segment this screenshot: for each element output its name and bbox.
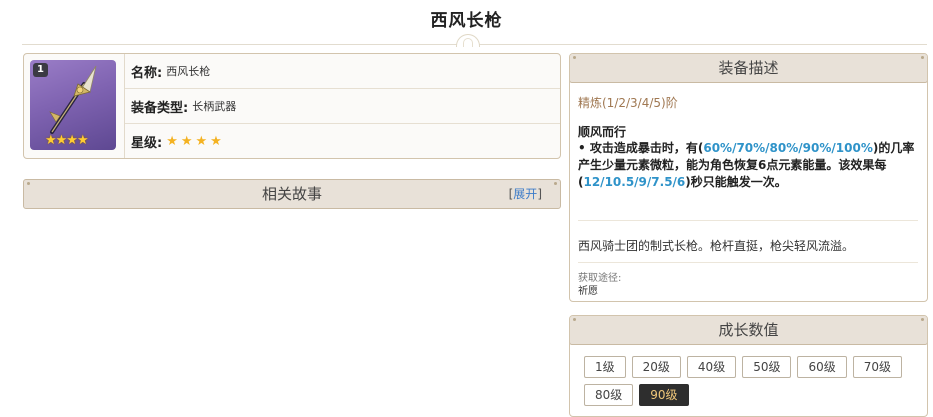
cooldown-values: 12/10.5/9/7.5/6 [583, 175, 686, 189]
description-title: 装备描述 [718, 59, 779, 77]
name-value: 西风长枪 [166, 65, 211, 78]
weapon-thumbnail: 1 ★★★★ [30, 60, 116, 150]
description-section-header: 装备描述 [570, 54, 927, 83]
info-row-rarity: 星级: ★★★★ [125, 124, 560, 158]
level-button[interactable]: 60级 [797, 356, 847, 378]
crit-chance-values: 60%/70%/80%/90%/100% [703, 141, 873, 155]
type-value: 长柄武器 [192, 100, 237, 113]
level-button[interactable]: 50级 [742, 356, 792, 378]
growth-section-header: 成长数值 [570, 316, 927, 345]
page-title: 西风长枪 [430, 11, 503, 31]
level-button[interactable]: 90级 [639, 384, 689, 406]
description-panel: 装备描述 精炼(1/2/3/4/5)阶 顺风而行 • 攻击造成暴击时，有(60%… [569, 53, 928, 302]
level-button[interactable]: 80级 [584, 384, 634, 406]
level-button[interactable]: 1级 [584, 356, 626, 378]
level-selector: 1级 20级 40级 50级 60级 70级 80级 90级 [584, 356, 924, 412]
expand-link[interactable]: 展开 [513, 187, 537, 201]
star-rating-icon: ★★★★ [166, 134, 225, 149]
story-section-header: 相关故事 [展开] [23, 179, 561, 209]
source-divider [578, 262, 918, 263]
flavor-text: 西风骑士团的制式长枪。枪杆直挺，枪尖轻风流溢。 [578, 239, 855, 253]
level-button[interactable]: 20级 [631, 356, 681, 378]
description-divider [578, 220, 918, 221]
rarity-label: 星级: [131, 136, 163, 151]
spear-icon [49, 65, 97, 134]
thumbnail-star-rating: ★★★★ [45, 133, 89, 148]
story-expand-toggle[interactable]: [展开] [509, 180, 542, 208]
name-label: 名称: [131, 65, 163, 81]
type-label: 装备类型: [131, 100, 189, 116]
passive-description: • 攻击造成暴击时，有(60%/70%/80%/90%/100%)的几率产生少量… [578, 141, 915, 189]
weapon-info-card: 1 ★★★★ 名称: 西风长枪 装备类型: 长柄武器 星级: ★★★★ [23, 53, 561, 159]
passive-name: 顺风而行 [578, 125, 627, 139]
source-value: 祈愿 [578, 286, 598, 297]
info-row-type: 装备类型: 长柄武器 [125, 89, 560, 124]
story-title: 相关故事 [261, 185, 322, 203]
title-ornament-icon [456, 34, 480, 47]
level-button[interactable]: 40级 [686, 356, 737, 378]
weapon-info-table: 名称: 西风长枪 装备类型: 长柄武器 星级: ★★★★ [124, 54, 560, 158]
growth-title: 成长数值 [718, 321, 779, 339]
refine-levels: 精炼(1/2/3/4/5)阶 [578, 96, 678, 110]
info-row-name: 名称: 西风长枪 [125, 54, 560, 89]
level-button[interactable]: 70级 [852, 356, 903, 378]
growth-panel: 成长数值 1级 20级 40级 50级 60级 70级 80级 90级 [569, 315, 928, 417]
